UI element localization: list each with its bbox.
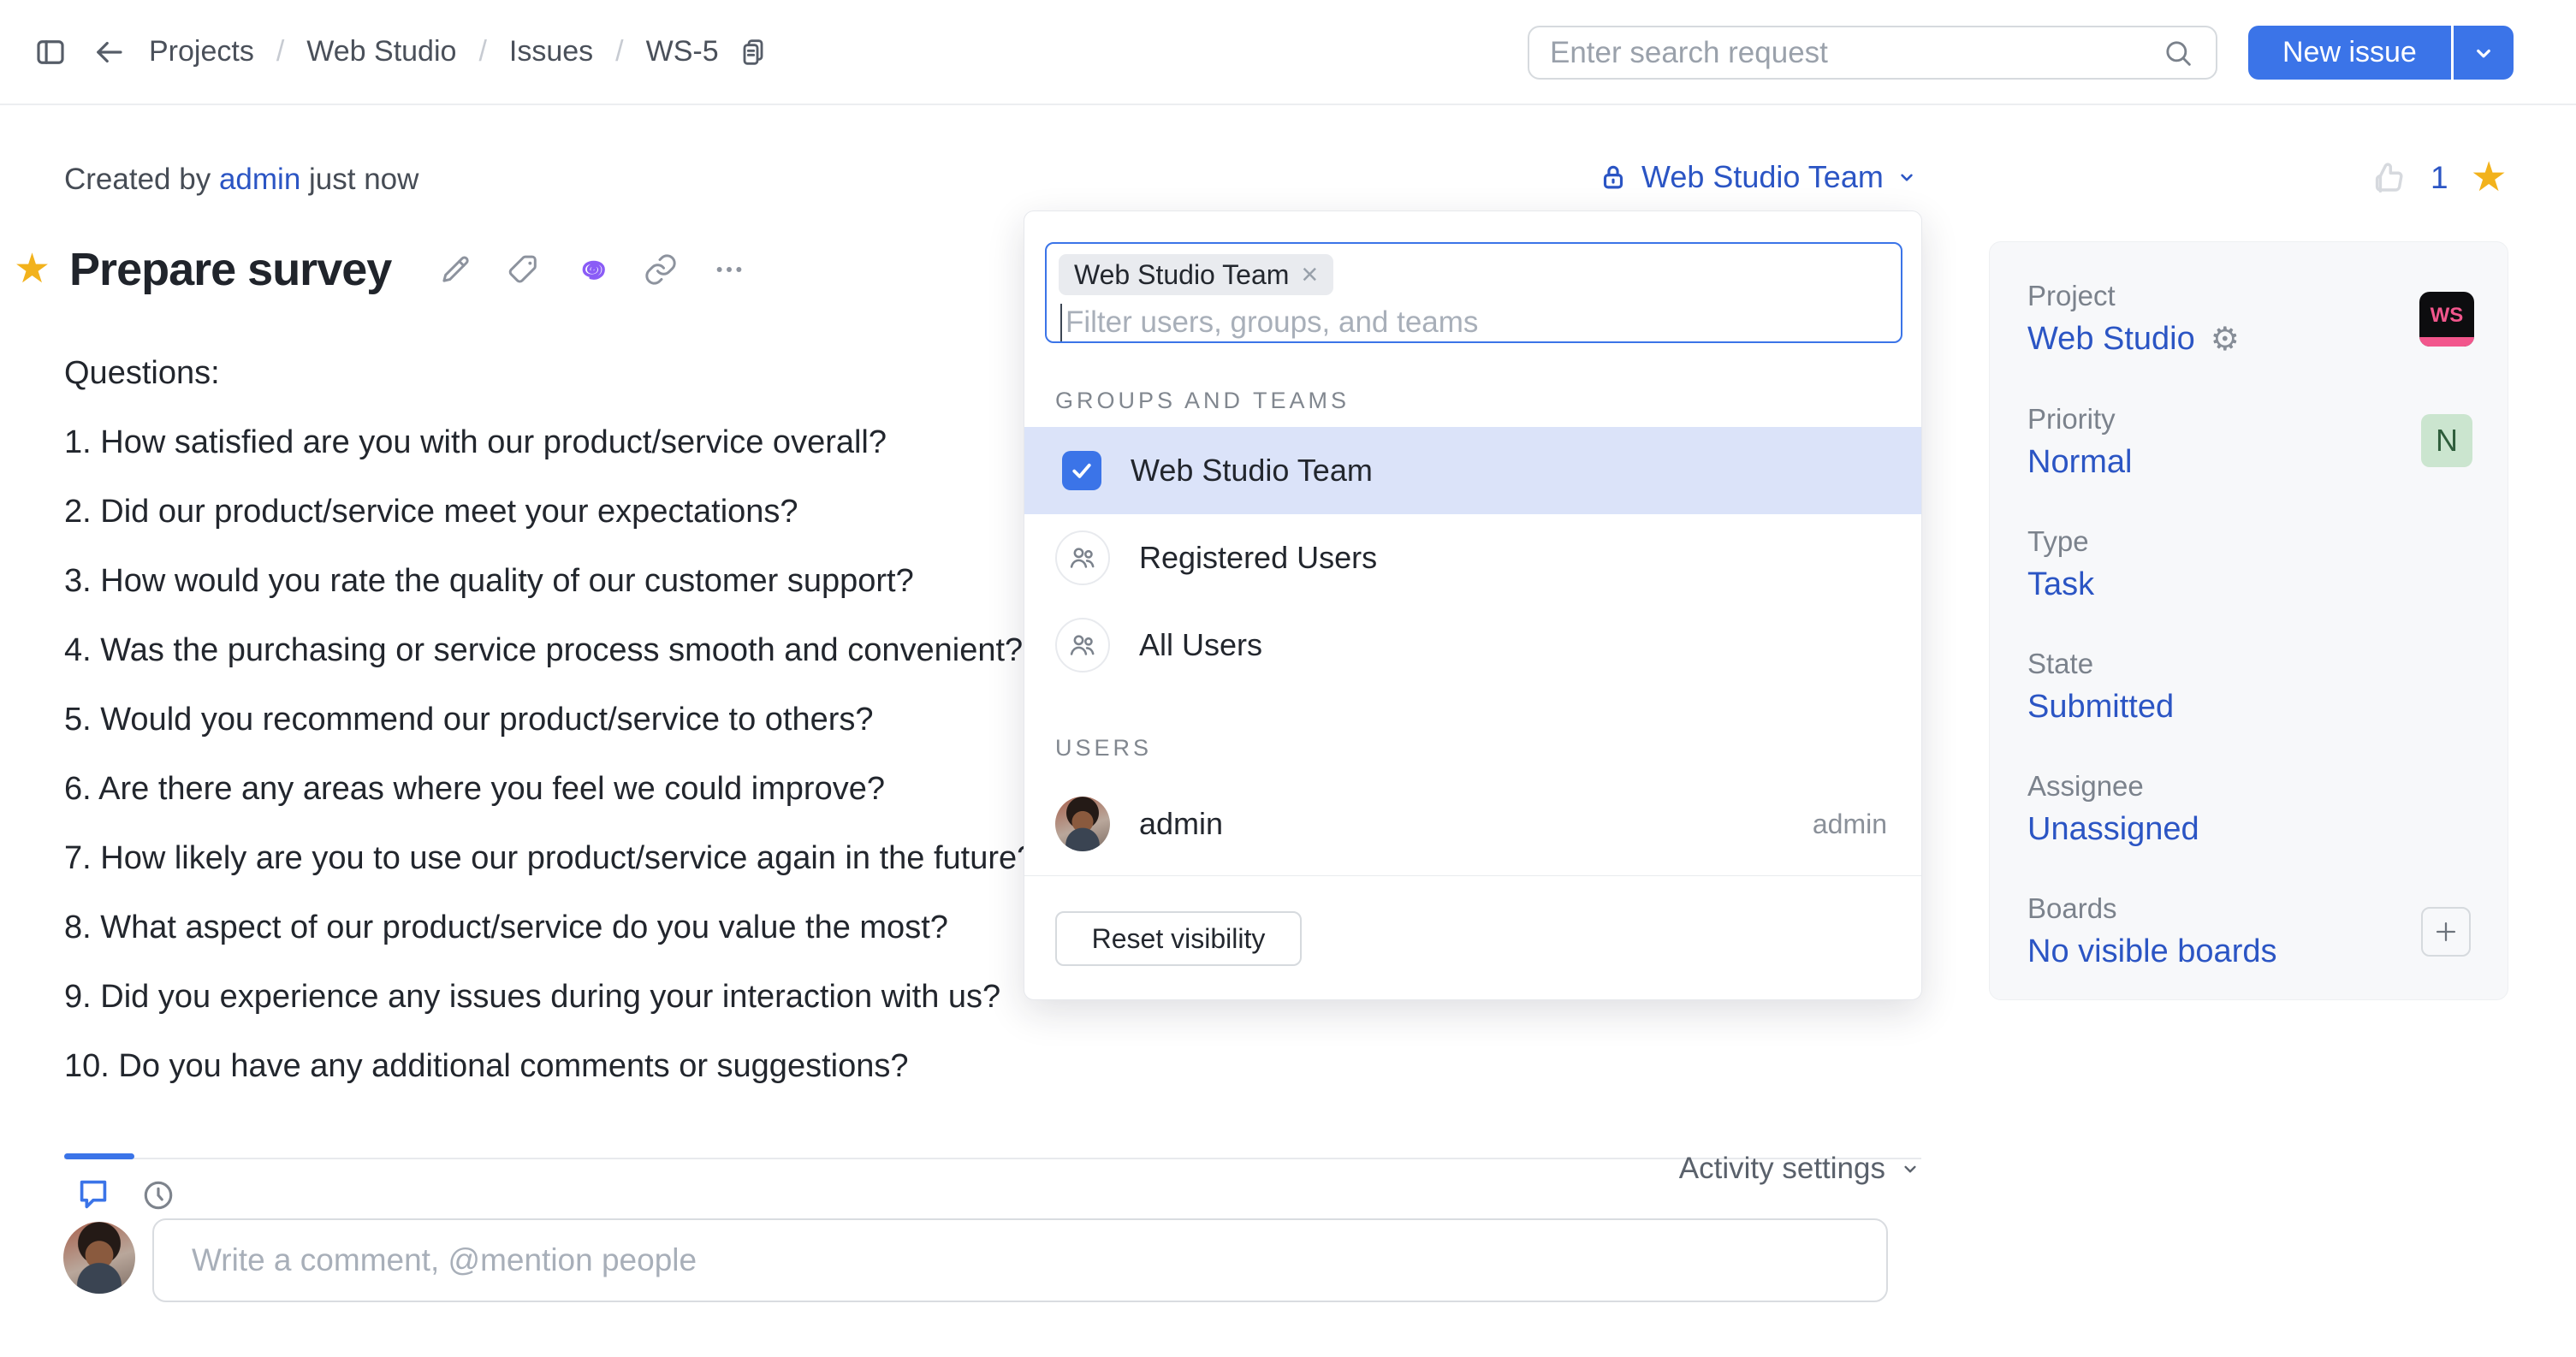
- boards-value[interactable]: No visible boards: [2027, 933, 2276, 970]
- global-search: [1528, 26, 2217, 80]
- add-board-button[interactable]: [2421, 907, 2471, 957]
- assignee-label: Assignee: [2027, 770, 2144, 803]
- breadcrumb-separator: /: [615, 35, 623, 68]
- more-actions-icon[interactable]: [711, 252, 747, 287]
- created-time-text: just now: [300, 163, 418, 196]
- user-name: admin: [1139, 806, 1223, 842]
- created-by-user-link[interactable]: admin: [219, 163, 300, 196]
- lock-icon: [1597, 161, 1629, 193]
- popup-divider: [1024, 875, 1921, 876]
- search-icon[interactable]: [2161, 36, 2195, 70]
- ai-assistant-icon[interactable]: [574, 252, 610, 287]
- plus-icon: [2431, 917, 2460, 946]
- users-group-icon: [1055, 618, 1110, 673]
- doc-line: 10. Do you have any additional comments …: [64, 1032, 1921, 1101]
- new-issue-label: New issue: [2282, 36, 2417, 69]
- group-row-registered-users[interactable]: Registered Users: [1024, 514, 1921, 601]
- tab-comments-icon[interactable]: [74, 1174, 113, 1213]
- breadcrumb-separator: /: [276, 35, 284, 68]
- copy-id-icon[interactable]: [736, 35, 770, 69]
- breadcrumb-separator: /: [478, 35, 486, 68]
- visibility-dropdown-trigger[interactable]: Web Studio Team: [1597, 159, 1918, 195]
- breadcrumb-projects[interactable]: Projects: [149, 35, 254, 68]
- state-label: State: [2027, 648, 2093, 680]
- thumbs-up-icon[interactable]: [2369, 158, 2408, 198]
- new-issue-button[interactable]: New issue: [2248, 26, 2451, 80]
- tab-history-clock-icon[interactable]: [140, 1177, 176, 1213]
- activity-tabbar-divider: [64, 1158, 1921, 1159]
- state-value[interactable]: Submitted: [2027, 689, 2174, 726]
- priority-value[interactable]: Normal: [2027, 444, 2132, 481]
- starred-icon[interactable]: ★: [2471, 157, 2508, 199]
- users-section-header: USERS: [1055, 735, 1152, 761]
- breadcrumb-issues[interactable]: Issues: [509, 35, 593, 68]
- priority-badge: N: [2421, 414, 2472, 467]
- project-value[interactable]: Web Studio ⚙: [2027, 321, 2240, 358]
- activity-settings-dropdown[interactable]: Activity settings: [1679, 1152, 1921, 1186]
- user-avatar: [1055, 797, 1110, 851]
- boards-label: Boards: [2027, 892, 2117, 925]
- new-issue-dropdown-button[interactable]: [2454, 26, 2514, 80]
- filter-input[interactable]: Web Studio Team × Filter users, groups, …: [1045, 242, 1902, 343]
- active-tab-indicator: [64, 1153, 134, 1159]
- text-caret: [1060, 304, 1062, 341]
- comment-box: [152, 1218, 1888, 1302]
- chevron-down-icon: [1899, 1158, 1921, 1180]
- chip-remove-icon[interactable]: ×: [1301, 258, 1318, 292]
- priority-label: Priority: [2027, 403, 2116, 436]
- comment-input[interactable]: [192, 1242, 1849, 1278]
- user-row-admin[interactable]: admin admin: [1024, 783, 1921, 865]
- group-row-label: All Users: [1139, 627, 1262, 663]
- visibility-label: Web Studio Team: [1641, 159, 1884, 195]
- project-icon-badge[interactable]: WS: [2419, 292, 2474, 347]
- checkbox-checked-icon[interactable]: [1062, 451, 1101, 490]
- activity-settings-label: Activity settings: [1679, 1152, 1885, 1186]
- group-row-all-users[interactable]: All Users: [1024, 601, 1921, 689]
- type-value[interactable]: Task: [2027, 566, 2094, 603]
- edit-pencil-icon[interactable]: [437, 252, 473, 287]
- star-count: 1: [2431, 160, 2448, 196]
- copy-link-icon[interactable]: [643, 252, 679, 287]
- current-user-avatar: [63, 1222, 135, 1294]
- visibility-popup: Web Studio Team × Filter users, groups, …: [1024, 210, 1922, 1000]
- groups-section-header: GROUPS AND TEAMS: [1055, 388, 1350, 414]
- project-link[interactable]: Web Studio: [2027, 321, 2195, 358]
- gear-icon[interactable]: ⚙: [2211, 323, 2240, 356]
- breadcrumb-issue-id[interactable]: WS-5: [646, 35, 719, 68]
- user-account: admin: [1813, 809, 1887, 840]
- reset-visibility-button[interactable]: Reset visibility: [1055, 911, 1302, 966]
- issue-properties-panel: Project Web Studio ⚙ WS Priority Normal …: [1989, 241, 2508, 1000]
- reactions-area: 1 ★: [2369, 157, 2508, 199]
- created-by-text: Created by: [64, 163, 211, 196]
- created-by-line: Created by admin just now: [64, 163, 418, 197]
- breadcrumb-project[interactable]: Web Studio: [306, 35, 456, 68]
- project-badge-text: WS: [2431, 304, 2464, 328]
- back-arrow-icon[interactable]: [91, 34, 127, 70]
- favorite-star-icon[interactable]: ★: [14, 249, 50, 290]
- filter-placeholder: Filter users, groups, and teams: [1065, 305, 1478, 340]
- chevron-down-icon: [1896, 166, 1918, 188]
- search-input[interactable]: [1550, 36, 2161, 70]
- assignee-value[interactable]: Unassigned: [2027, 811, 2199, 848]
- new-issue-split-button: New issue: [2248, 26, 2514, 80]
- selected-chip: Web Studio Team ×: [1059, 254, 1333, 295]
- group-row-label: Web Studio Team: [1131, 453, 1373, 489]
- sidebar-toggle-icon[interactable]: [33, 34, 68, 70]
- group-row-web-studio-team[interactable]: Web Studio Team: [1024, 427, 1921, 514]
- top-header: Projects / Web Studio / Issues / WS-5 Ne…: [0, 0, 2576, 105]
- type-label: Type: [2027, 525, 2089, 558]
- chip-label: Web Studio Team: [1074, 259, 1289, 291]
- page-title: Prepare survey: [69, 243, 391, 296]
- group-row-label: Registered Users: [1139, 540, 1377, 576]
- chevron-down-icon: [2471, 40, 2496, 66]
- label-tag-icon[interactable]: [506, 252, 542, 287]
- project-label: Project: [2027, 280, 2116, 312]
- users-group-icon: [1055, 530, 1110, 585]
